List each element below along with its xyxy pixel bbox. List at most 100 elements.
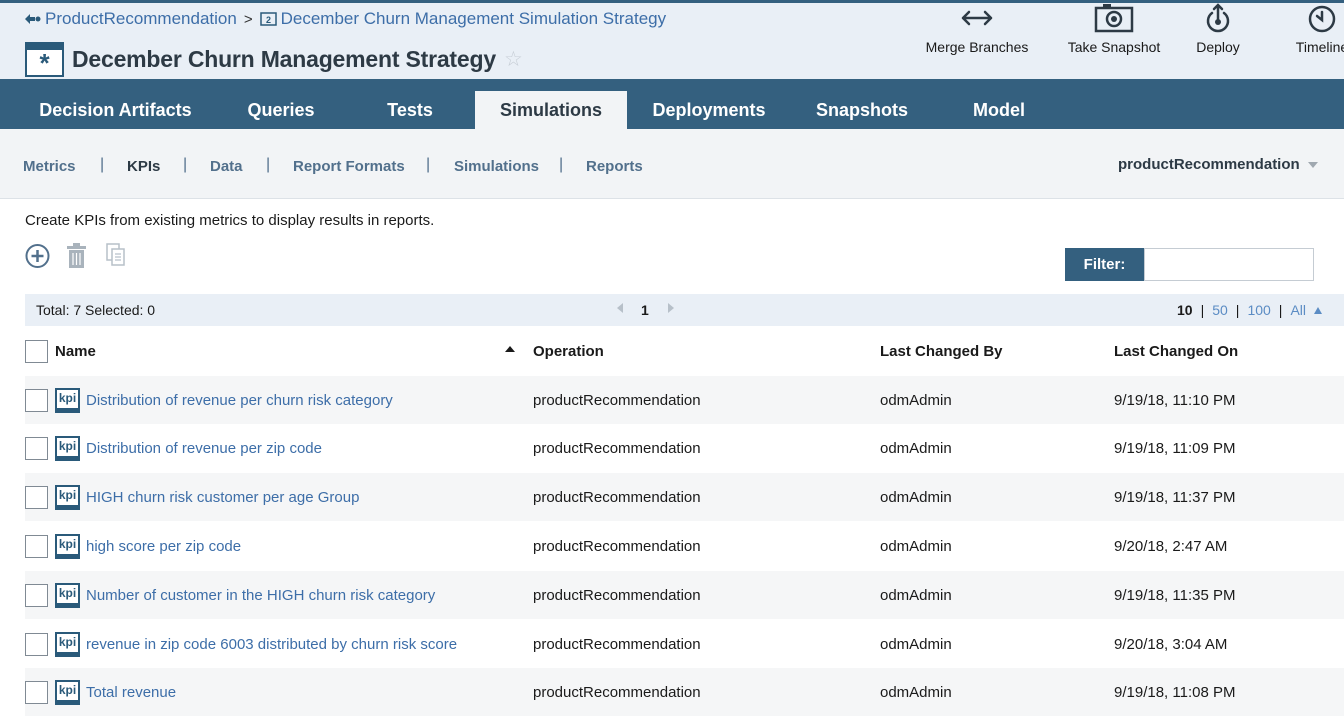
row-checkbox[interactable] [25, 633, 48, 656]
timeline-label: Timeline [1295, 39, 1344, 55]
last-changed-on-cell: 9/19/18, 11:08 PM [1114, 684, 1236, 701]
breadcrumb-branch-link[interactable]: December Churn Management Simulation Str… [281, 9, 667, 29]
table-header: Name Operation Last Changed By Last Chan… [25, 326, 1344, 376]
row-checkbox[interactable] [25, 535, 48, 558]
kpi-badge-label: kpi [58, 439, 77, 453]
kpi-name-link[interactable]: Distribution of revenue per churn risk c… [86, 392, 393, 409]
tab-model[interactable]: Model [960, 91, 1038, 129]
page-size-separator: | [1200, 302, 1205, 318]
page-size-100[interactable]: 100 [1247, 302, 1270, 318]
project-selector[interactable]: productRecommendation [1118, 156, 1318, 173]
table-row: kpi Distribution of revenue per zip code… [25, 424, 1344, 472]
svg-text:2: 2 [266, 15, 271, 25]
sort-ascending-icon[interactable] [505, 346, 515, 352]
scroll-to-top-icon[interactable] [1314, 306, 1322, 314]
operation-cell: productRecommendation [533, 636, 701, 653]
last-changed-on-cell: 9/20/18, 3:04 AM [1114, 636, 1228, 653]
kpi-icon: kpi [55, 632, 80, 657]
merge-branches-label: Merge Branches [925, 39, 1029, 55]
filter-box: Filter: [1065, 248, 1314, 281]
filter-input[interactable] [1144, 248, 1314, 281]
kpi-badge-label: kpi [58, 635, 77, 649]
column-header-last-changed-on[interactable]: Last Changed On [1114, 343, 1238, 360]
column-header-name[interactable]: Name [55, 343, 96, 360]
merge-branches-button[interactable]: Merge Branches [925, 3, 1029, 55]
tab-tests[interactable]: Tests [370, 91, 450, 129]
take-snapshot-label: Take Snapshot [1067, 39, 1161, 55]
tab-queries[interactable]: Queries [228, 91, 334, 129]
subtab-separator: | [266, 156, 271, 173]
kpi-name-link[interactable]: high score per zip code [86, 538, 241, 555]
operation-cell: productRecommendation [533, 684, 701, 701]
row-checkbox[interactable] [25, 389, 48, 412]
subtab-separator: | [183, 156, 188, 173]
tab-simulations[interactable]: Simulations [475, 91, 627, 129]
last-changed-on-cell: 9/19/18, 11:35 PM [1114, 587, 1236, 604]
kpi-icon: kpi [55, 534, 80, 559]
deploy-label: Deploy [1196, 39, 1240, 55]
decision-service-icon [25, 14, 41, 24]
kpi-icon: kpi [55, 436, 80, 461]
row-checkbox[interactable] [25, 681, 48, 704]
table-row: kpi revenue in zip code 6003 distributed… [25, 620, 1344, 668]
page-title-row: * December Churn Management Strategy ☆ [25, 42, 523, 77]
page-size-10[interactable]: 10 [1177, 302, 1193, 318]
page-size-all[interactable]: All [1290, 302, 1306, 318]
deploy-button[interactable]: Deploy [1195, 3, 1241, 55]
subtab-reports[interactable]: Reports [586, 158, 643, 175]
page-description: Create KPIs from existing metrics to dis… [25, 212, 435, 229]
table-row: kpi Number of customer in the HIGH churn… [25, 571, 1344, 619]
last-changed-by-cell: odmAdmin [880, 440, 952, 457]
table-row: kpi Distribution of revenue per churn ri… [25, 376, 1344, 424]
favorite-star-icon[interactable]: ☆ [504, 47, 523, 72]
take-snapshot-button[interactable]: Take Snapshot [1066, 3, 1162, 55]
last-changed-on-cell: 9/19/18, 11:09 PM [1114, 440, 1236, 457]
kpi-badge-label: kpi [58, 391, 77, 405]
page-size-50[interactable]: 50 [1212, 302, 1228, 318]
kpi-icon: kpi [55, 680, 80, 705]
table-row: kpi Total revenue productRecommendation … [25, 668, 1344, 716]
trash-icon[interactable] [66, 243, 87, 269]
last-changed-by-cell: odmAdmin [880, 636, 952, 653]
subtab-simulations[interactable]: Simulations [454, 158, 539, 175]
previous-page-icon[interactable] [617, 303, 623, 313]
column-header-last-changed-by[interactable]: Last Changed By [880, 343, 1003, 360]
subtab-separator: | [100, 156, 105, 173]
project-selector-label: productRecommendation [1118, 156, 1300, 173]
breadcrumb-project-link[interactable]: ProductRecommendation [45, 9, 237, 29]
kpi-badge-label: kpi [58, 537, 77, 551]
app-header: ProductRecommendation > 2 December Churn… [0, 0, 1344, 79]
next-page-icon[interactable] [668, 303, 674, 313]
subtab-metrics[interactable]: Metrics [23, 158, 76, 175]
column-header-operation[interactable]: Operation [533, 343, 604, 360]
add-circle-icon[interactable] [25, 243, 50, 269]
kpi-badge-label: kpi [58, 488, 77, 502]
breadcrumb-separator: > [243, 10, 253, 28]
timeline-button[interactable]: Timeline [1292, 3, 1344, 55]
merge-arrows-icon [961, 10, 993, 26]
kpi-name-link[interactable]: Distribution of revenue per zip code [86, 440, 322, 457]
select-all-checkbox[interactable] [25, 340, 48, 363]
pager-bar: Total: 7 Selected: 0 1 10 | 50 | 100 | A… [25, 294, 1344, 326]
subtab-report-formats[interactable]: Report Formats [293, 158, 405, 175]
kpi-icon: kpi [55, 583, 80, 608]
kpi-name-link[interactable]: Total revenue [86, 684, 176, 701]
last-changed-by-cell: odmAdmin [880, 587, 952, 604]
row-checkbox[interactable] [25, 584, 48, 607]
kpi-badge-label: kpi [58, 586, 77, 600]
tab-decision-artifacts[interactable]: Decision Artifacts [18, 91, 213, 129]
copy-icon[interactable] [106, 243, 126, 267]
current-page-number[interactable]: 1 [641, 302, 649, 318]
tab-deployments[interactable]: Deployments [641, 91, 777, 129]
page-size-separator: | [1235, 302, 1240, 318]
operation-cell: productRecommendation [533, 392, 701, 409]
subtab-data[interactable]: Data [210, 158, 243, 175]
kpi-name-link[interactable]: Number of customer in the HIGH churn ris… [86, 587, 435, 604]
tab-snapshots[interactable]: Snapshots [803, 91, 921, 129]
subtab-kpis[interactable]: KPIs [127, 158, 160, 175]
row-checkbox[interactable] [25, 437, 48, 460]
kpi-name-link[interactable]: HIGH churn risk customer per age Group [86, 489, 359, 506]
decision-service-icon: * [25, 42, 64, 77]
row-checkbox[interactable] [25, 486, 48, 509]
kpi-name-link[interactable]: revenue in zip code 6003 distributed by … [86, 636, 457, 653]
